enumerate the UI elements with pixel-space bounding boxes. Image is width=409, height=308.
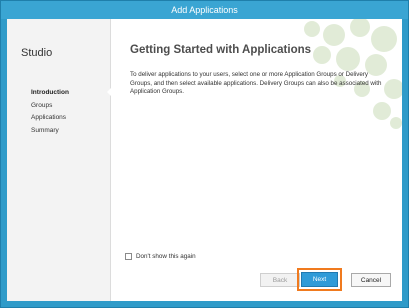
dont-show-again-checkbox[interactable] — [125, 253, 132, 260]
back-button[interactable]: Back — [260, 273, 300, 287]
step-groups[interactable]: Groups — [31, 100, 69, 113]
wizard-steps-nav: Introduction Groups Applications Summary — [31, 87, 69, 137]
step-introduction[interactable]: Introduction — [31, 87, 69, 100]
sidebar-title: Studio — [21, 47, 53, 59]
window-title: Add Applications — [171, 5, 238, 15]
wizard-sidebar: Studio Introduction Groups Applications … — [7, 19, 112, 301]
step-applications[interactable]: Applications — [31, 112, 69, 125]
next-button[interactable]: Next — [301, 272, 338, 287]
dont-show-again-row: Don't show this again — [125, 253, 196, 260]
add-applications-window: Add Applications Studio Introduction Gro… — [0, 0, 409, 308]
dont-show-again-label[interactable]: Don't show this again — [136, 253, 196, 260]
window-title-bar[interactable]: Add Applications — [1, 1, 408, 19]
page-title: Getting Started with Applications — [130, 44, 312, 56]
page-description: To deliver applications to your users, s… — [130, 71, 382, 96]
wizard-content: Studio Introduction Groups Applications … — [7, 19, 402, 301]
step-summary[interactable]: Summary — [31, 125, 69, 138]
cancel-button[interactable]: Cancel — [351, 273, 391, 287]
